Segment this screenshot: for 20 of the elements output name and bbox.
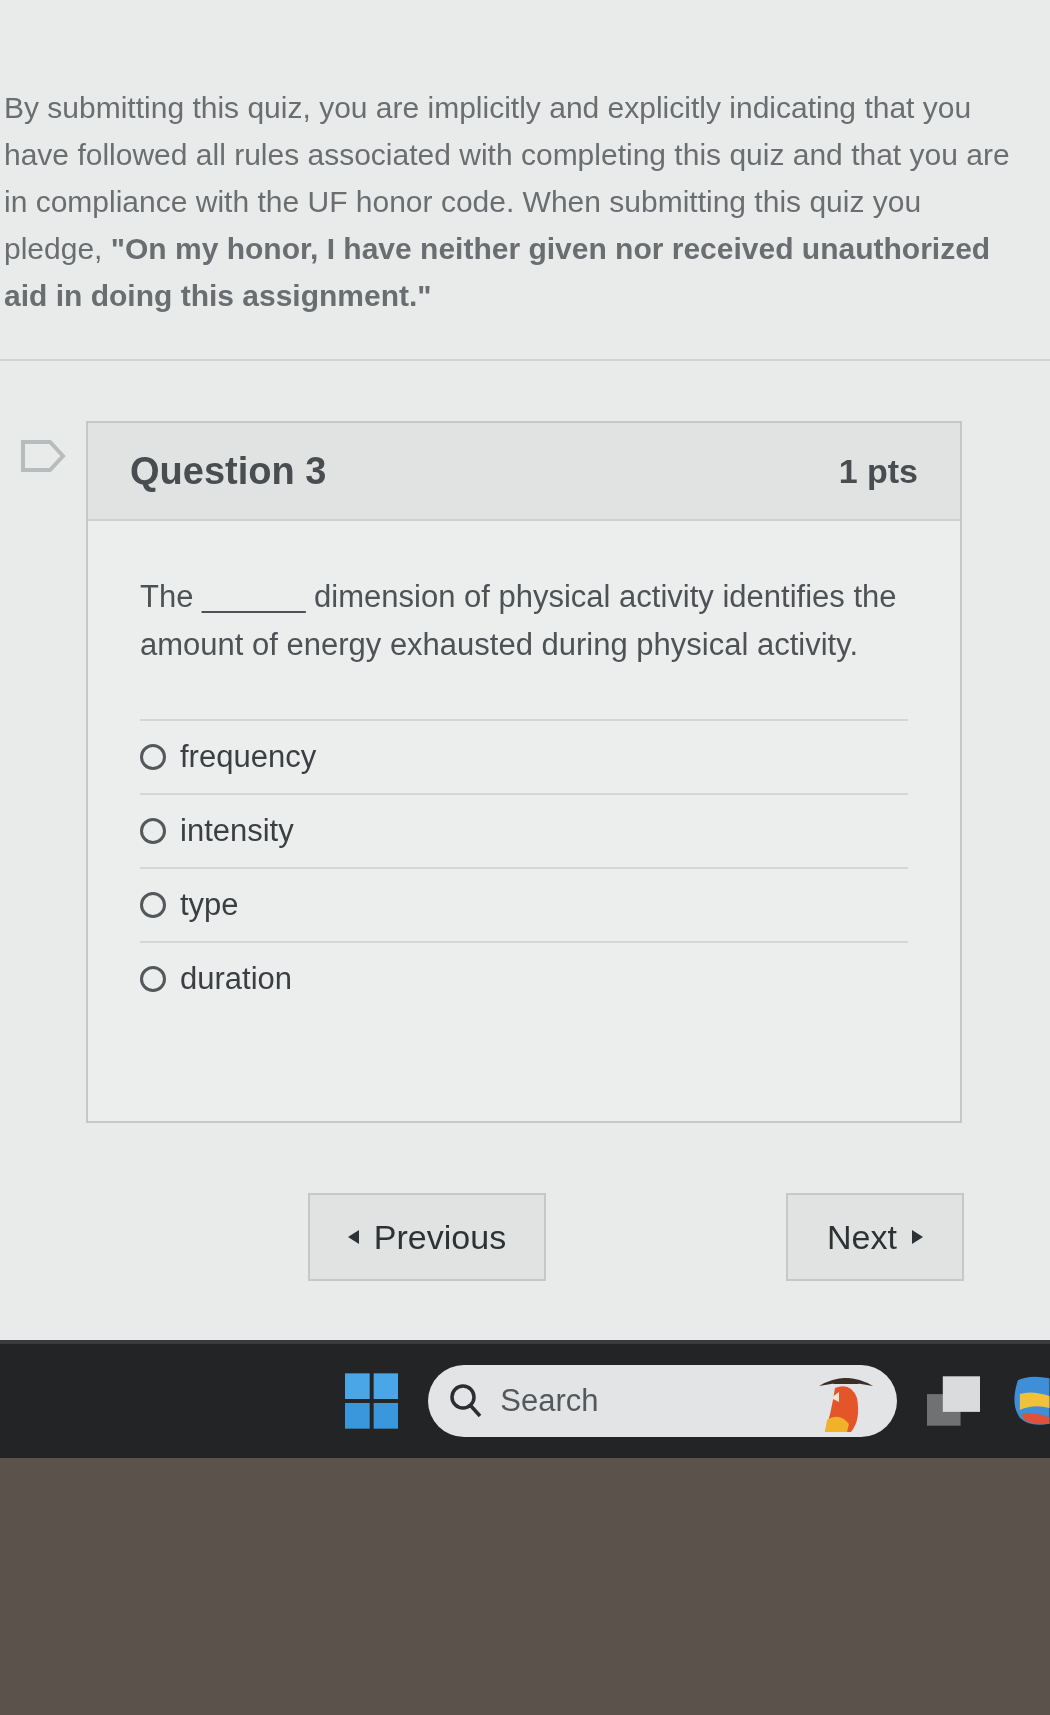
- answer-option[interactable]: duration: [140, 943, 908, 1017]
- honor-pledge-text: By submitting this quiz, you are implicitly and explicitly indicating that you have followed all rules associated with completing this quiz and that you are in compliance with the UF honor code. When submitting this quiz you pledge, "On my honor, I have neither given nor received unauthorized aid in doing this assignment.": [4, 90, 1011, 314]
- caret-left-icon: [347, 1230, 360, 1244]
- radio-button[interactable]: [140, 892, 166, 918]
- question-text: The ______ dimension of physical activity identifies the amount of energy exhausted during physical activity.: [140, 578, 898, 664]
- radio-button[interactable]: [140, 744, 166, 770]
- radio-button[interactable]: [140, 966, 166, 992]
- windows-start-icon[interactable]: [345, 1373, 399, 1429]
- previous-button[interactable]: Previous: [308, 1193, 546, 1281]
- answer-option[interactable]: frequency: [140, 721, 908, 795]
- answer-option[interactable]: type: [140, 869, 908, 943]
- task-view-icon[interactable]: [927, 1376, 981, 1426]
- search-field[interactable]: Search: [428, 1365, 898, 1437]
- search-icon: [450, 1384, 483, 1418]
- question-title: Question 3: [130, 448, 327, 494]
- points-label: 1 pts: [838, 450, 918, 492]
- caret-right-icon: [910, 1230, 923, 1244]
- answer-option[interactable]: intensity: [140, 795, 908, 869]
- radio-button[interactable]: [140, 818, 166, 844]
- next-button[interactable]: Next: [786, 1193, 964, 1281]
